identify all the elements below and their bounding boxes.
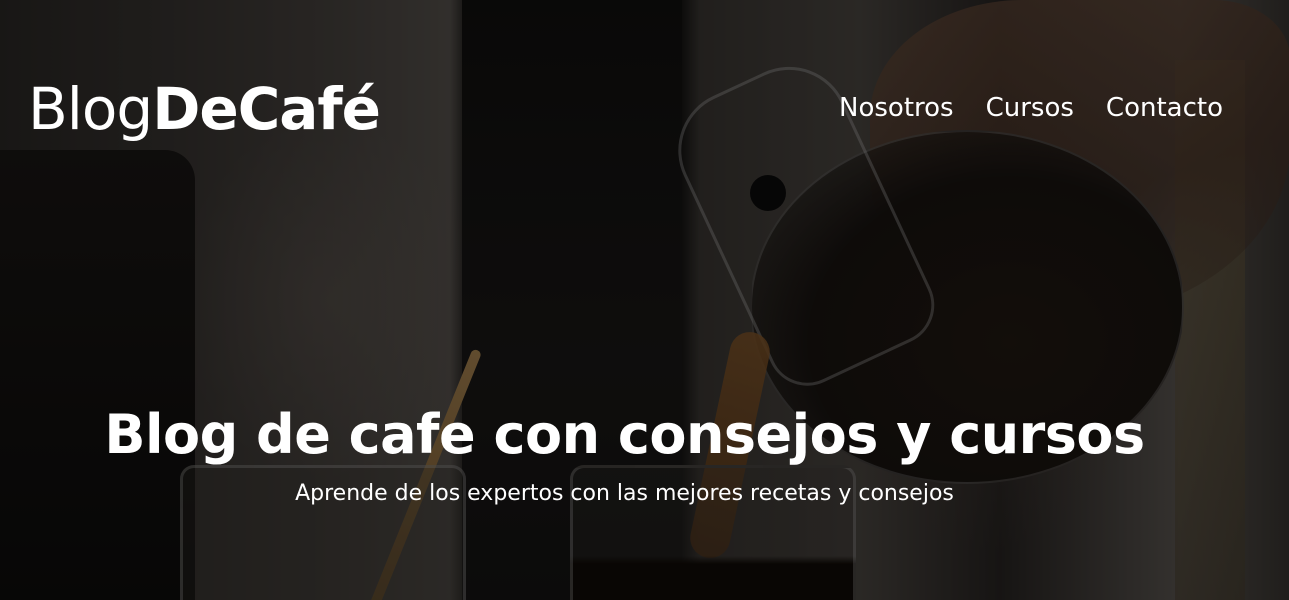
- logo-text-light: Blog: [28, 75, 153, 143]
- nav-link-nosotros[interactable]: Nosotros: [839, 88, 954, 128]
- nav-link-contacto[interactable]: Contacto: [1106, 88, 1223, 128]
- hero-text-block: Blog de cafe con consejos y cursos Apren…: [0, 398, 1249, 510]
- site-logo[interactable]: BlogDeCafé: [28, 72, 381, 146]
- nav-link-cursos[interactable]: Cursos: [986, 88, 1074, 128]
- site-header: BlogDeCafé Nosotros Cursos Contacto: [0, 0, 1289, 160]
- hero-title: Blog de cafe con consejos y cursos: [104, 403, 1145, 466]
- hero-section: BlogDeCafé Nosotros Cursos Contacto Blog…: [0, 0, 1289, 600]
- hero-subtitle: Aprende de los expertos con las mejores …: [295, 481, 954, 506]
- main-nav: Nosotros Cursos Contacto: [839, 88, 1223, 128]
- logo-text-bold: DeCafé: [152, 75, 381, 143]
